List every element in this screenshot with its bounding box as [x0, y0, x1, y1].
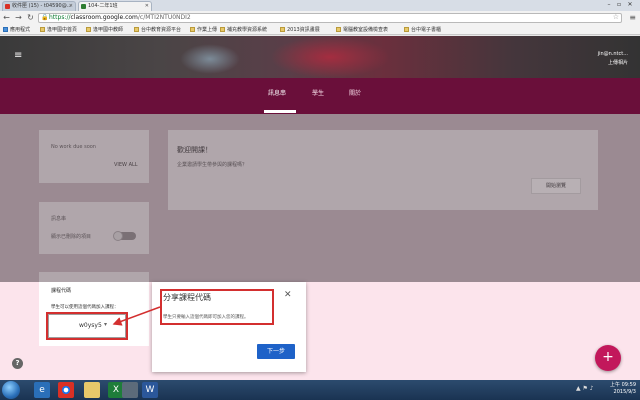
- bookmark-item[interactable]: 作業上傳: [190, 26, 217, 34]
- folder-icon: [280, 27, 285, 32]
- start-tour-button[interactable]: 開始瀏覽: [531, 178, 581, 194]
- bookmark-item[interactable]: 台中教育資源平台: [134, 26, 181, 34]
- bookmark-apps[interactable]: 應用程式: [3, 26, 30, 34]
- url-domain: classroom.google.com: [70, 14, 138, 21]
- welcome-card: [168, 130, 598, 210]
- class-code-highlight: [46, 312, 128, 340]
- upload-photo-link[interactable]: 上傳相片: [608, 59, 628, 66]
- url-prefix: https://: [49, 14, 71, 21]
- tab-about[interactable]: 關於: [349, 90, 361, 98]
- bookmarks-bar: 應用程式 逢甲國中首頁 逢甲國中教師 台中教育資源平台 作業上傳 補充教學資源系…: [0, 25, 640, 35]
- chrome-icon[interactable]: [58, 382, 74, 398]
- lock-icon: 🔒: [41, 14, 49, 21]
- gmail-icon: [5, 4, 10, 9]
- folder-icon: [134, 27, 139, 32]
- clock[interactable]: 上午 09:59 2015/9/3: [610, 382, 636, 396]
- add-fab-button[interactable]: +: [595, 345, 621, 371]
- clock-time: 上午 09:59: [610, 382, 636, 388]
- app-icon[interactable]: [122, 382, 138, 398]
- back-icon[interactable]: ←: [2, 13, 11, 23]
- welcome-subtitle: 企業邀請學生帶參與的課程嗎？: [177, 162, 248, 168]
- bookmark-item[interactable]: 補充教學資源系統: [220, 26, 267, 34]
- stream-settings-card: [39, 202, 149, 254]
- clock-date: 2015/9/3: [613, 389, 636, 395]
- apps-icon: [3, 27, 8, 32]
- class-code-description: 學生可以使用這個代碼加入課程：: [51, 305, 119, 310]
- stream-settings-title: 訊息串: [51, 216, 67, 222]
- ie-icon[interactable]: e: [34, 382, 50, 398]
- classroom-icon: [81, 4, 86, 9]
- bookmark-item[interactable]: 台中電子書櫃: [404, 26, 441, 34]
- minimize-icon[interactable]: –: [604, 0, 614, 10]
- teacher-email: jin@n.ntct...: [597, 51, 628, 57]
- active-tab-indicator: [264, 110, 296, 113]
- help-icon[interactable]: ?: [12, 358, 23, 369]
- close-icon[interactable]: ✕: [69, 2, 73, 11]
- show-deleted-label: 顯示已刪除的項目: [51, 234, 92, 240]
- bookmark-item[interactable]: 電腦教室設備檢查表: [336, 26, 388, 34]
- hamburger-menu-icon[interactable]: ≡: [14, 51, 22, 61]
- folder-icon: [40, 27, 45, 32]
- no-work-text: No work due soon: [51, 144, 96, 150]
- url-path: /c/MTI2NTU0NDI2: [137, 14, 191, 21]
- browser-titlebar: 收件匣 (15) - t04590@... ✕ 104-二年1班 ✕ – ▫ ✕: [0, 0, 640, 11]
- dialog-description: 學生只要輸入這個代碼即可加入您的課程。: [163, 315, 249, 320]
- tab-stream[interactable]: 訊息串: [268, 90, 286, 98]
- browser-toolbar: ← → ↻ 🔒 https://classroom.google.com/c/M…: [0, 11, 640, 25]
- dialog-title: 分享課程代碼: [163, 293, 211, 302]
- folder-icon: [86, 27, 91, 32]
- class-code-card-top: [39, 272, 149, 282]
- view-all-link[interactable]: VIEW ALL: [114, 162, 138, 168]
- folder-icon: [404, 27, 409, 32]
- address-bar[interactable]: 🔒 https://classroom.google.com/c/MTI2NTU…: [38, 13, 622, 23]
- folder-icon: [336, 27, 341, 32]
- system-tray-icons[interactable]: ▲ ⚑ ♪: [576, 385, 594, 392]
- class-banner: [0, 36, 640, 78]
- folder-icon: [190, 27, 195, 32]
- close-icon[interactable]: ✕: [284, 290, 292, 300]
- maximize-icon[interactable]: ▫: [614, 0, 624, 10]
- tab-students[interactable]: 學生: [312, 90, 324, 98]
- show-deleted-toggle[interactable]: [113, 231, 136, 241]
- bookmark-star-icon[interactable]: ☆: [613, 13, 619, 21]
- close-icon[interactable]: ✕: [145, 2, 149, 11]
- tab-label: 收件匣 (15) - t04590@...: [12, 3, 72, 9]
- file-explorer-icon[interactable]: [84, 382, 100, 398]
- forward-icon[interactable]: →: [14, 13, 23, 23]
- next-button[interactable]: 下一步: [257, 344, 295, 359]
- upcoming-card: [39, 130, 149, 183]
- windows-start-icon[interactable]: [2, 381, 20, 399]
- folder-icon: [220, 27, 225, 32]
- welcome-title: 歡迎開課！: [177, 146, 212, 154]
- class-code-title: 課程代碼: [51, 288, 72, 294]
- tab-label: 104-二年1班: [88, 3, 118, 9]
- bookmark-item[interactable]: 逢甲國中首頁: [40, 26, 77, 34]
- browser-tab-classroom[interactable]: 104-二年1班 ✕: [78, 1, 152, 11]
- bookmark-item[interactable]: 2013資訊畫展: [280, 26, 320, 34]
- reload-icon[interactable]: ↻: [26, 13, 35, 23]
- chrome-menu-icon[interactable]: ≡: [629, 13, 636, 23]
- bookmark-item[interactable]: 逢甲國中教師: [86, 26, 123, 34]
- window-close-icon[interactable]: ✕: [625, 0, 635, 10]
- word-icon[interactable]: W: [142, 382, 158, 398]
- browser-tab-gmail[interactable]: 收件匣 (15) - t04590@... ✕: [2, 1, 76, 11]
